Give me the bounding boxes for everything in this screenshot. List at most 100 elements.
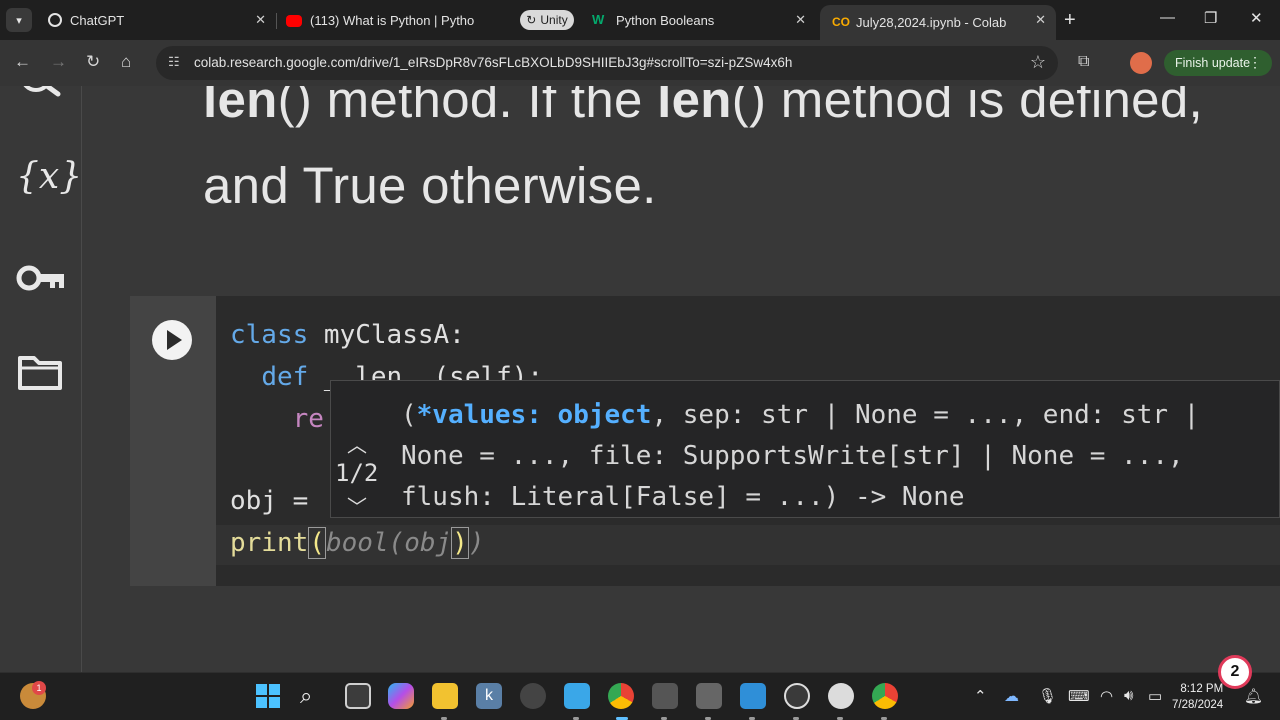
notification-bell-icon[interactable]: 🔔︎ [1244, 687, 1263, 705]
markdown-text-line: and True otherwise. [203, 157, 657, 214]
chrome-profile-icon[interactable] [872, 683, 898, 709]
extensions-puzzle-icon[interactable]: ⧉ [1078, 53, 1089, 71]
browser-tab-strip: ▾ ChatGPT ✕ (113) What is Python | Pytho… [0, 0, 1280, 40]
tab-title: July28,2024.ipynb - Colab [856, 15, 1007, 30]
signature-help-popup: ︿ 1/2 ﹀ (*values: object, sep: str | Non… [330, 380, 1280, 520]
weather-badge: 1 [32, 681, 46, 695]
tab-group-label: Unity [540, 13, 568, 27]
search-icon[interactable]: ⌕ [300, 683, 326, 709]
code-line-active[interactable]: print(bool(obj)) [230, 527, 485, 559]
markdown-text-line: len() method. If the len() method is def… [203, 86, 1203, 129]
windows-start-icon[interactable] [255, 683, 281, 709]
code-keyword: re [292, 404, 324, 434]
tab-python-booleans[interactable]: W Python Booleans ✕ [580, 5, 816, 35]
chevron-up-icon[interactable]: ︿ [347, 429, 367, 458]
clock-app-icon[interactable] [828, 683, 854, 709]
reload-icon[interactable]: ↻ [86, 52, 100, 72]
folder-icon[interactable] [16, 352, 64, 392]
close-icon[interactable]: ✕ [795, 12, 806, 28]
microphone-icon[interactable]: 🎙︎ [1038, 687, 1057, 705]
windows-taskbar: 1 ⌕ k ⌃ ☁ 🎙︎ ⌨ ◠ 🔊︎ ▭ 8:12 PM 7/28/2024 … [0, 672, 1280, 720]
keyboard-icon[interactable]: ⌨ [1068, 687, 1090, 705]
code-keyword: class [230, 320, 309, 350]
sig-active-param: *values: object [416, 400, 652, 430]
tab-colab[interactable]: CO July28,2024.ipynb - Colab ✕ [820, 5, 1056, 40]
address-bar[interactable]: ☷ colab.research.google.com/drive/1_eIRs… [156, 46, 1058, 80]
home-icon[interactable]: ⌂ [121, 52, 131, 72]
close-icon[interactable]: ✕ [255, 12, 266, 28]
tab-chatgpt[interactable]: ChatGPT ✕ [36, 5, 276, 35]
sig-text: ( [401, 400, 417, 430]
colab-icon: CO [832, 14, 850, 29]
sig-text: flush: Literal[False] = ...) -> None [401, 482, 965, 512]
inline-suggestion: bool(obj [325, 528, 452, 558]
tab-youtube[interactable]: (113) What is Python | Python P [274, 5, 514, 35]
colab-notebook: {𝑥} len() method. If the len() method is… [0, 86, 1280, 672]
signature-text: (*values: object, sep: str | None = ...,… [401, 395, 1271, 518]
overload-count: 1/2 [335, 459, 379, 487]
youtube-icon [286, 14, 302, 27]
onedrive-icon[interactable]: ☁ [1004, 687, 1019, 705]
code-text: myClassA: [308, 320, 465, 350]
cell-gutter [130, 296, 216, 586]
task-view-icon[interactable] [345, 683, 371, 709]
battery-icon[interactable]: ▭ [1148, 687, 1162, 705]
bracket-match: ( [308, 527, 326, 559]
address-url[interactable]: colab.research.google.com/drive/1_eIRsDp… [194, 55, 792, 70]
copilot-icon[interactable] [388, 683, 414, 709]
search-icon[interactable] [16, 86, 64, 108]
sig-text: None = ..., file: SupportsWrite[str] | N… [401, 441, 1184, 471]
clock-date: 7/28/2024 [1172, 699, 1224, 711]
variables-icon[interactable]: {𝑥} [16, 156, 82, 197]
forward-arrow-icon[interactable]: → [50, 52, 67, 72]
left-sidebar: {𝑥} [0, 86, 82, 672]
tab-title: Python Booleans [616, 12, 715, 28]
unity-hub-icon[interactable] [652, 683, 678, 709]
key-icon[interactable] [16, 260, 66, 296]
vscode-icon[interactable] [740, 683, 766, 709]
show-hidden-icons-chevron-icon[interactable]: ⌃ [974, 687, 987, 705]
tab-group-unity[interactable]: ↻ Unity [520, 10, 574, 30]
md-text: () method is defined, [731, 86, 1203, 128]
code-line[interactable]: class myClassA: [230, 320, 465, 350]
md-bold: len [203, 86, 278, 128]
md-bold: len [657, 86, 732, 128]
file-explorer-icon[interactable] [432, 683, 458, 709]
volume-icon[interactable]: 🔊︎ [1124, 687, 1133, 704]
minimize-button[interactable]: — [1160, 9, 1175, 26]
back-arrow-icon[interactable]: ← [14, 52, 31, 72]
site-info-icon[interactable]: ☷ [168, 54, 180, 70]
fingerprint-icon[interactable] [520, 683, 546, 709]
restore-button[interactable]: ❐ [1204, 9, 1217, 27]
chevron-down-icon[interactable]: ﹀ [347, 491, 367, 520]
chatgpt-icon [48, 13, 62, 27]
run-cell-button[interactable] [152, 320, 192, 360]
code-function: print [230, 528, 309, 558]
inline-suggestion: ) [468, 528, 485, 558]
obs-icon[interactable] [784, 683, 810, 709]
new-tab-button[interactable]: + [1064, 9, 1076, 32]
k-app-icon[interactable]: k [476, 683, 502, 709]
profile-avatar[interactable] [1130, 52, 1152, 74]
unity-group-icon: ↻ [526, 13, 537, 27]
finish-update-button[interactable]: Finish update ⋮ [1164, 50, 1272, 76]
close-icon[interactable]: ✕ [1035, 12, 1046, 28]
more-vertical-icon: ⋮ [1248, 54, 1262, 70]
tab-search-chevron-icon[interactable]: ▾ [6, 8, 32, 32]
system-clock[interactable]: 8:12 PM 7/28/2024 [1172, 681, 1223, 713]
close-window-button[interactable]: ✕ [1250, 9, 1263, 27]
wifi-icon[interactable]: ◠ [1100, 687, 1113, 705]
code-line[interactable]: obj = [230, 486, 324, 516]
notepad-icon[interactable] [564, 683, 590, 709]
bookmark-star-icon[interactable]: ☆ [1030, 52, 1046, 73]
code-line[interactable]: re [230, 404, 324, 434]
notification-count-badge: 2 [1218, 655, 1252, 689]
screen: ▾ ChatGPT ✕ (113) What is Python | Pytho… [0, 0, 1280, 720]
chrome-icon[interactable] [608, 683, 634, 709]
sig-text: , sep: str | None = ..., end: str | [651, 400, 1200, 430]
code-text: obj = [230, 486, 324, 516]
bracket-match: ) [451, 527, 469, 559]
unity-editor-icon[interactable] [696, 683, 722, 709]
finish-update-label: Finish update [1175, 56, 1251, 70]
md-text: () method. If the [277, 86, 658, 128]
